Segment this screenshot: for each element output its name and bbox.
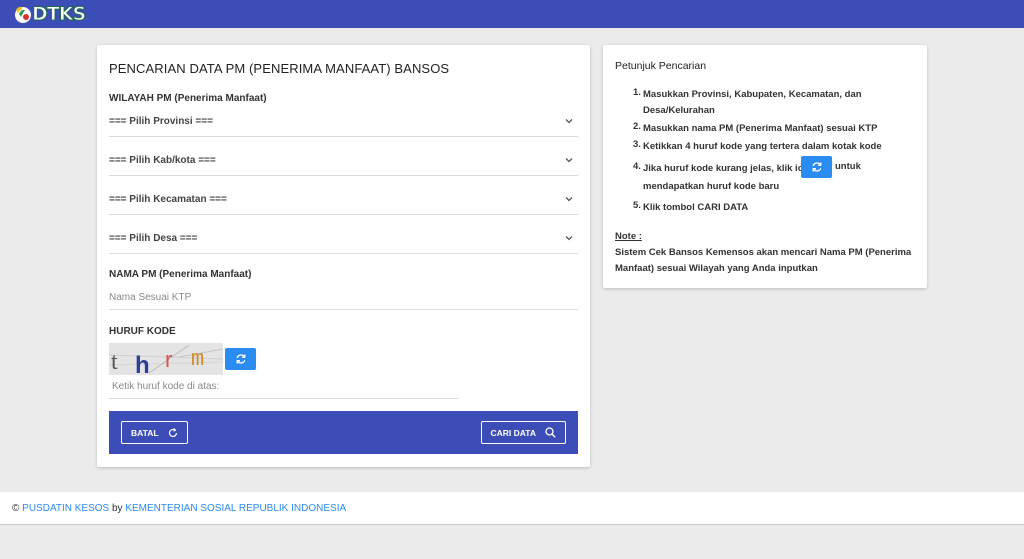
captcha-input-placeholder: Ketik huruf kode di atas: — [112, 381, 220, 392]
chevron-down-icon — [565, 197, 573, 202]
step-text: Masukkan Provinsi, Kabupaten, Kecamatan,… — [643, 89, 862, 116]
kabkota-select[interactable]: === Pilih Kab/kota === — [109, 150, 578, 176]
chevron-down-icon — [565, 158, 573, 163]
refresh-captcha-button[interactable] — [225, 348, 256, 370]
refresh-icon-sample — [801, 156, 832, 178]
desa-select[interactable]: === Pilih Desa === — [109, 228, 578, 254]
refresh-icon — [236, 354, 245, 364]
step-number: 5. — [633, 200, 641, 211]
note-text: Sistem Cek Bansos Kemensos akan mencari … — [615, 247, 912, 274]
batal-button-label: BATAL — [131, 427, 159, 438]
dtks-logo-icon — [12, 4, 34, 24]
footer-by: by — [112, 503, 123, 514]
step-text-before: Jika huruf kode kurang jelas, klik icon — [643, 163, 815, 174]
cari-data-button-label: CARI DATA — [490, 427, 536, 438]
kode-label: HURUF KODE — [109, 326, 176, 337]
provinsi-select[interactable]: === Pilih Provinsi === — [109, 111, 578, 137]
search-icon — [545, 427, 556, 438]
desa-select-value: === Pilih Desa === — [109, 233, 198, 244]
instructions-card: Petunjuk Pencarian 1. Masukkan Provinsi,… — [603, 45, 927, 288]
search-form-card: PENCARIAN DATA PM (PENERIMA MANFAAT) BAN… — [97, 45, 590, 467]
logo-text: DTKS — [31, 3, 86, 26]
step-text: Jika huruf kode kurang jelas, klik icon — [643, 161, 903, 177]
chevron-down-icon — [565, 119, 573, 124]
step-number: 3. — [633, 139, 641, 150]
step-number: 1. — [633, 87, 641, 98]
refresh-icon — [812, 162, 821, 172]
instructions-title: Petunjuk Pencarian — [615, 60, 707, 72]
chevron-down-icon — [565, 236, 573, 241]
kabkota-select-value: === Pilih Kab/kota === — [109, 155, 216, 166]
footer-text: © PUSDATIN KESOS by KEMENTERIAN SOSIAL R… — [12, 503, 346, 514]
batal-button[interactable]: BATAL — [121, 421, 188, 444]
svg-text:m: m — [191, 347, 204, 372]
step-text-continued: mendapatkan huruf kode baru — [643, 181, 780, 192]
nama-input-placeholder: Nama Sesuai KTP — [109, 292, 192, 303]
footer: © PUSDATIN KESOS by KEMENTERIAN SOSIAL R… — [0, 492, 1024, 525]
svg-text:h: h — [135, 352, 150, 375]
form-action-bar: BATAL CARI DATA — [109, 411, 578, 454]
kecamatan-select-value: === Pilih Kecamatan === — [109, 194, 227, 205]
step-text: Ketikkan 4 huruf kode yang tertera dalam… — [643, 141, 882, 152]
step-text: Klik tombol CARI DATA — [643, 202, 749, 213]
step-number: 4. — [633, 161, 641, 172]
kecamatan-select[interactable]: === Pilih Kecamatan === — [109, 189, 578, 215]
provinsi-select-value: === Pilih Provinsi === — [109, 116, 213, 127]
step-text-after: untuk — [835, 161, 861, 172]
captcha-input[interactable]: Ketik huruf kode di atas: — [109, 379, 458, 399]
form-title: PENCARIAN DATA PM (PENERIMA MANFAAT) BAN… — [109, 61, 450, 76]
captcha-image: t h r m — [109, 343, 223, 375]
kemensos-link[interactable]: KEMENTERIAN SOSIAL REPUBLIK INDONESIA — [125, 503, 346, 514]
top-navbar: DTKS — [0, 0, 1024, 28]
refresh-icon — [168, 427, 177, 437]
nama-label: NAMA PM (Penerima Manfaat) — [109, 269, 252, 280]
copyright-symbol: © — [12, 503, 20, 514]
dtks-logo[interactable]: DTKS — [12, 3, 87, 26]
step-text: Masukkan nama PM (Penerima Manfaat) sesu… — [643, 123, 878, 134]
note-label: Note : — [615, 231, 642, 242]
step-number: 2. — [633, 121, 641, 132]
cari-data-button[interactable]: CARI DATA — [480, 421, 566, 444]
nama-input[interactable]: Nama Sesuai KTP — [109, 290, 578, 310]
svg-text:r: r — [165, 347, 172, 372]
wilayah-label: WILAYAH PM (Penerima Manfaat) — [109, 93, 267, 104]
svg-text:t: t — [111, 349, 118, 375]
pusdatin-link[interactable]: PUSDATIN KESOS — [22, 503, 109, 514]
